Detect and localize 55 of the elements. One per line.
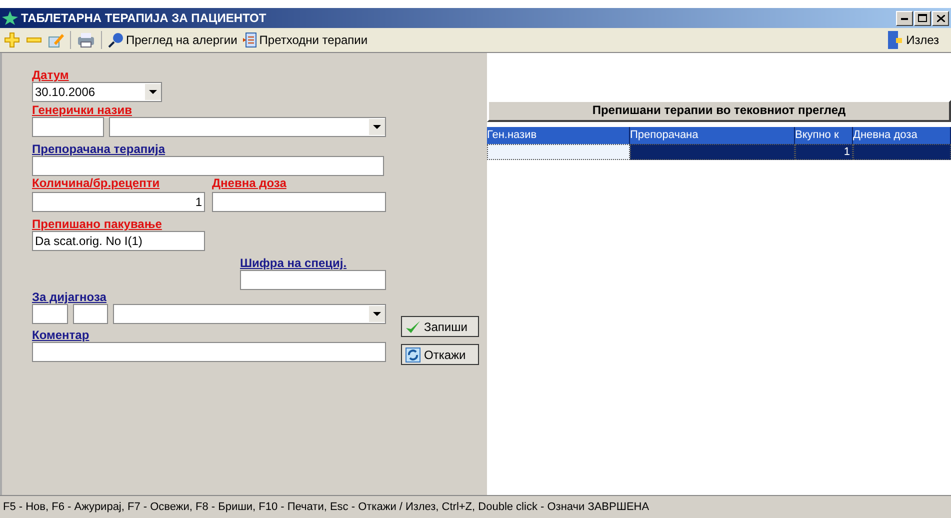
minimize-button[interactable]	[896, 10, 913, 26]
refresh-icon	[405, 346, 421, 362]
generic-code-field[interactable]	[32, 117, 104, 137]
cancel-button[interactable]: Откажи	[401, 344, 479, 365]
exit-button[interactable]: Излез	[886, 30, 939, 50]
column-header[interactable]: Препорачана	[630, 127, 795, 144]
close-button[interactable]	[932, 10, 949, 26]
pencil-icon	[48, 32, 64, 48]
magnifier-icon	[108, 32, 124, 48]
field-label: Дневна доза	[212, 176, 288, 190]
star-icon	[2, 11, 18, 25]
save-button[interactable]: Запиши	[401, 316, 479, 337]
minimize-icon	[901, 16, 908, 20]
close-icon	[936, 14, 944, 22]
dropdown-arrow-icon	[373, 125, 381, 129]
field-label: Препорачана терапија	[32, 142, 166, 156]
allergies-button[interactable]: Преглед на алергии	[108, 32, 238, 48]
recommended-therapy-field[interactable]	[32, 156, 384, 176]
print-button[interactable]	[77, 32, 95, 48]
field-label: Генерички назив	[32, 103, 133, 117]
table-title: Препишани терапии во тековниот преглед	[487, 100, 951, 122]
diagnosis-code-field[interactable]	[32, 304, 68, 324]
date-field[interactable]: 30.10.2006	[32, 82, 162, 102]
dropdown-arrow-icon	[373, 312, 381, 316]
field-label: Коментар	[32, 328, 90, 342]
specialist-code-field[interactable]	[240, 270, 386, 290]
quantity-field[interactable]: 1	[32, 192, 205, 212]
status-text: F5 - Нов, F6 - Ажурирај, F7 - Освежи, F8 - Бриши, F10 - Печати, Esc - Откажи / Излез, Ctrl+Z, Double click - Означи ЗАВРШЕНА	[3, 501, 650, 513]
field-label: Шифра на специј.	[240, 256, 348, 270]
add-button[interactable]	[4, 32, 20, 48]
field-label: Количина/бр.рецепти	[32, 176, 161, 190]
package-field[interactable]: Da scat.orig. No I(1)	[32, 231, 205, 251]
maximize-icon	[918, 14, 927, 22]
field-label: Датум	[32, 68, 70, 82]
generic-name-combo[interactable]	[109, 117, 386, 137]
column-header[interactable]: Ген.назив	[487, 127, 630, 144]
diagnosis-combo[interactable]	[113, 304, 386, 324]
printer-icon	[77, 32, 95, 48]
plus-icon	[4, 32, 20, 48]
daily-dose-field[interactable]	[212, 192, 386, 212]
diagnosis-code-field[interactable]	[73, 304, 108, 324]
table-cell: 1	[795, 144, 853, 160]
window-title: ТАБЛЕТАРНА ТЕРАПИЈА ЗА ПАЦИЕНТОТ	[21, 11, 266, 25]
edit-button[interactable]	[48, 32, 64, 48]
maximize-button[interactable]	[914, 10, 931, 26]
column-header[interactable]: Дневна доза	[853, 127, 951, 144]
door-icon	[886, 30, 904, 50]
checkmark-icon	[405, 320, 421, 334]
comment-field[interactable]	[32, 342, 386, 362]
previous-therapies-button[interactable]: Претходни терапии	[243, 32, 368, 48]
column-header[interactable]: Вкупно к	[795, 127, 853, 144]
field-label: За дијагноза	[32, 290, 108, 304]
field-label: Препишано пакување	[32, 217, 163, 231]
list-icon	[243, 32, 258, 48]
dropdown-arrow-icon	[149, 90, 157, 94]
